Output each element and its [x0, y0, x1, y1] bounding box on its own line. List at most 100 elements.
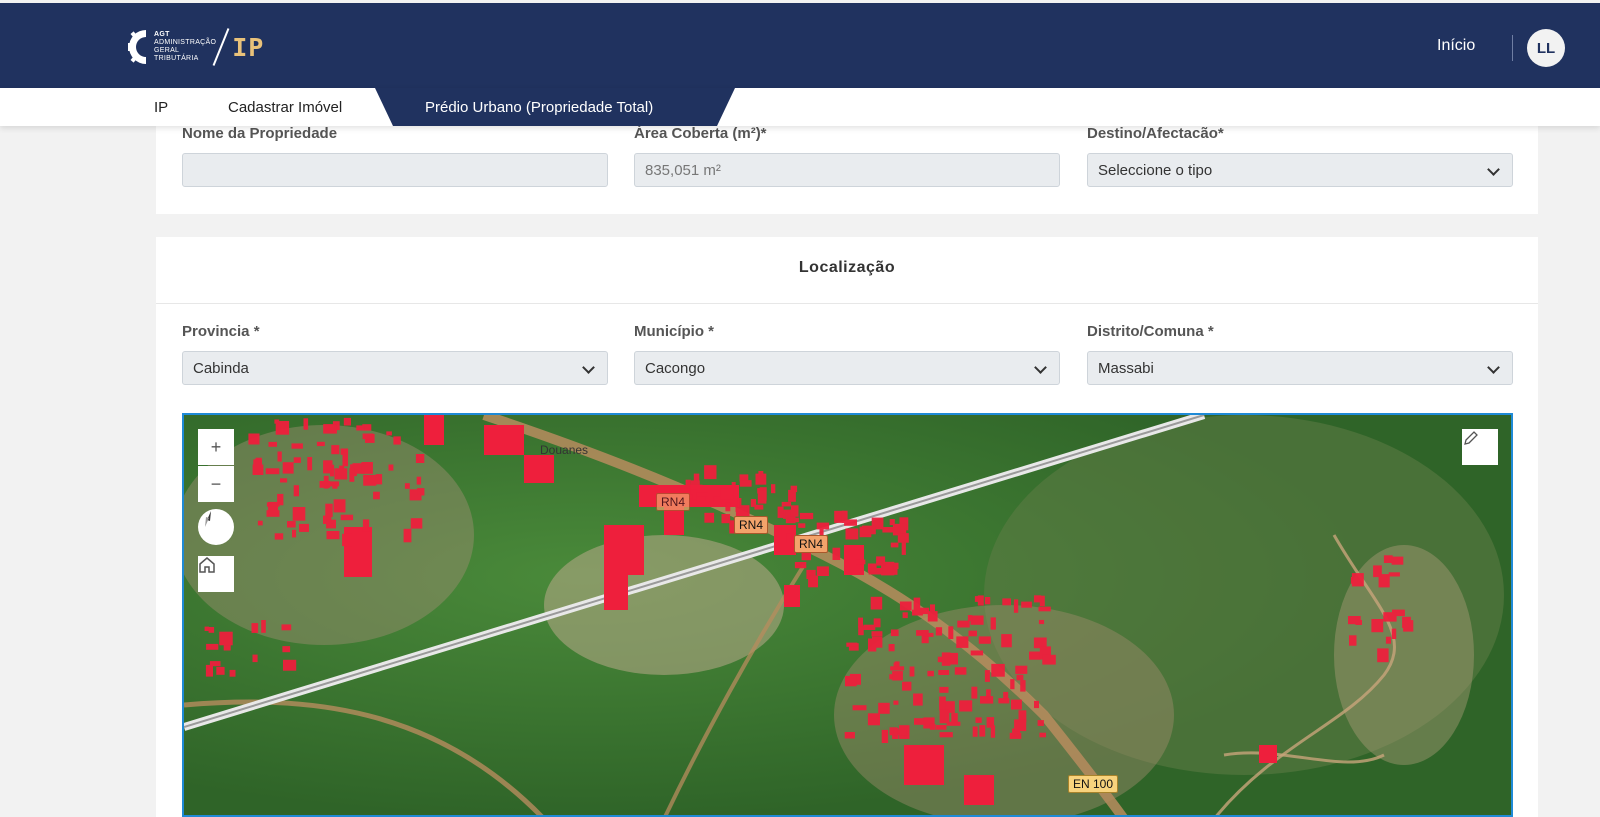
building-footprint [984, 670, 990, 682]
building-footprint [1349, 635, 1357, 646]
user-avatar[interactable]: LL [1527, 29, 1565, 67]
breadcrumb-item-ip[interactable]: IP [154, 88, 168, 126]
building-footprint [893, 700, 899, 705]
destination-select[interactable]: Seleccione o tipo [1087, 153, 1513, 187]
building-footprint [1042, 654, 1056, 665]
property-name-input[interactable] [182, 153, 608, 187]
building-footprint [913, 597, 921, 611]
building-footprint [970, 650, 984, 656]
agt-logo[interactable]: AGT ADMINISTRAÇÃO GERAL TRIBUTÁRIA IP [128, 25, 264, 69]
province-select-value: Cabinda [193, 359, 249, 377]
building-footprint [323, 460, 333, 474]
building-footprint [373, 491, 380, 500]
zoom-in-button[interactable]: + [198, 429, 234, 465]
building-footprint [902, 612, 908, 619]
building-footprint [832, 547, 841, 560]
building-footprint [1383, 612, 1397, 622]
covered-area-input[interactable]: 835,051 m² [634, 153, 1060, 187]
logo-app-name: IP [232, 32, 265, 62]
building-footprint [1385, 636, 1391, 644]
building-footprint [1011, 699, 1022, 710]
section-divider [156, 303, 1538, 304]
building-footprint [902, 681, 912, 691]
home-icon[interactable] [198, 556, 234, 592]
compass-icon[interactable] [198, 509, 234, 545]
building-footprint [277, 451, 282, 462]
logo-text: AGT ADMINISTRAÇÃO GERAL TRIBUTÁRIA [154, 31, 216, 63]
road-shield: RN4 [734, 516, 769, 534]
building-footprint [362, 433, 374, 440]
destination-label: Destino/Afectacão* [1087, 125, 1224, 142]
building-footprint [1037, 720, 1044, 726]
edit-pencil-icon[interactable] [1462, 429, 1498, 465]
building-footprint [790, 505, 799, 517]
road-shield: RN4 [656, 493, 691, 511]
building-footprint [326, 519, 336, 529]
building-footprint [978, 636, 991, 644]
building-footprint [1039, 595, 1045, 607]
province-select[interactable]: Cabinda [182, 351, 608, 385]
building-footprint [890, 666, 905, 671]
building-footprint [975, 717, 982, 723]
building-footprint [216, 666, 225, 675]
building-footprint [938, 670, 950, 675]
building-footprint [1002, 598, 1011, 606]
building-footprint [957, 620, 970, 628]
building-footprint [878, 702, 890, 714]
nav-home-link[interactable]: Início [1437, 37, 1475, 55]
top-header: AGT ADMINISTRAÇÃO GERAL TRIBUTÁRIA IP In… [0, 3, 1600, 88]
building-footprint [1388, 572, 1400, 577]
building-footprint [404, 483, 410, 489]
nav-divider [1512, 35, 1513, 61]
building-footprint [356, 425, 365, 431]
building-footprint [979, 725, 986, 737]
building-footprint [954, 667, 967, 675]
building-footprint [253, 459, 262, 474]
municipality-label: Município * [634, 323, 714, 340]
province-label: Provincia * [182, 323, 260, 340]
zoom-out-button[interactable]: − [198, 466, 234, 502]
building-footprint [1015, 665, 1028, 674]
building-footprint [388, 464, 394, 471]
map-place-label: Douanes [540, 443, 589, 457]
building-footprint [893, 562, 899, 570]
building-footprint [386, 431, 392, 436]
building-footprint [757, 490, 767, 504]
building-footprint [1020, 680, 1026, 692]
chevron-down-icon [582, 361, 595, 374]
building-footprint [1016, 674, 1024, 681]
building-footprint [417, 488, 425, 496]
building-footprint [816, 522, 830, 530]
building-footprint [771, 484, 776, 494]
building-footprint [901, 542, 906, 555]
building-footprint [941, 652, 951, 666]
building-footprint [798, 523, 806, 528]
municipality-select[interactable]: Cacongo [634, 351, 1060, 385]
building-footprint [890, 542, 899, 548]
building-footprint [916, 630, 923, 636]
building-footprint [858, 626, 864, 636]
building-footprint [1039, 732, 1046, 738]
building-footprint [204, 626, 209, 631]
building-footprint [844, 732, 855, 739]
building-footprint [980, 696, 994, 704]
building-footprint [872, 636, 883, 648]
building-footprint [342, 454, 348, 467]
building-footprint [291, 443, 303, 449]
building-footprint [415, 454, 425, 463]
building-footprint [1001, 634, 1012, 648]
building-footprint [334, 468, 348, 480]
building-footprint [967, 615, 973, 622]
building-footprint [393, 436, 401, 445]
breadcrumb-item-cadastrar[interactable]: Cadastrar Imóvel [228, 88, 342, 126]
building-footprint [1034, 700, 1039, 709]
building-footprint [956, 636, 969, 648]
building-footprint [268, 501, 278, 516]
building-footprint [1391, 628, 1397, 639]
chevron-down-icon [1034, 361, 1047, 374]
building-footprint [889, 727, 898, 736]
building-footprint [855, 559, 866, 565]
building-footprint [799, 512, 814, 520]
map-view[interactable]: Douanes RN4 RN4 RN4 EN 100 + − [182, 413, 1513, 817]
district-select[interactable]: Massabi [1087, 351, 1513, 385]
